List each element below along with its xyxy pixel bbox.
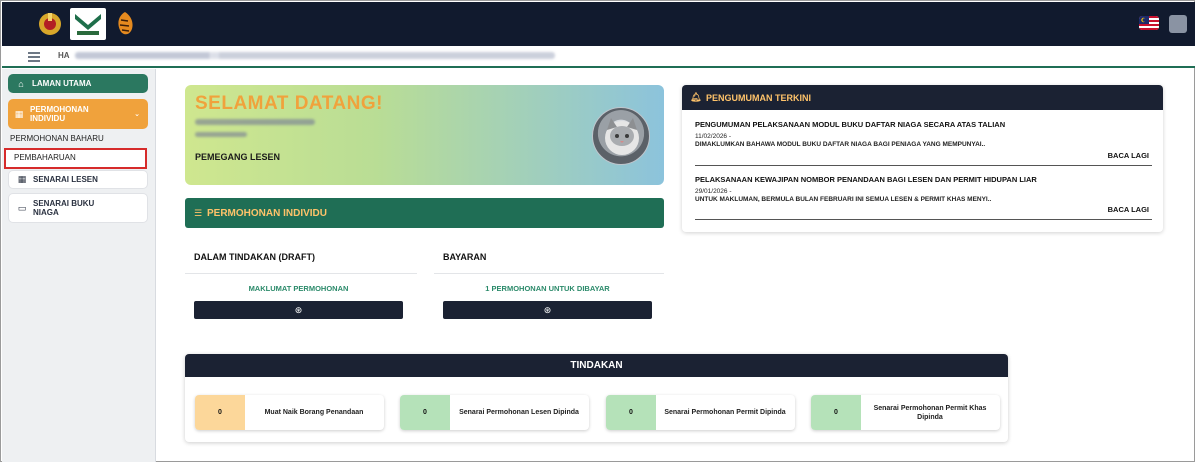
grid-icon: ▦ [17, 174, 27, 184]
tindakan-label: Muat Naik Borang Penandaan [264, 409, 364, 416]
read-more-link[interactable]: BACA LAGI [1108, 151, 1149, 160]
user-role: PEMEGANG LESEN [195, 152, 281, 162]
language-flag-icon[interactable] [1139, 16, 1159, 30]
panel-title: PENGUMUMAN TERKINI [706, 92, 811, 103]
announcement-title: PENGUMUMAN PELAKSANAAN MODUL BUKU DAFTAR… [695, 120, 1006, 129]
hamburger-menu-icon[interactable] [28, 52, 40, 62]
draft-go-button[interactable]: ⊛ [194, 301, 403, 319]
sidebar-subitem-pembaharuan[interactable]: PEMBAHARUAN [14, 153, 76, 162]
announcement-item[interactable]: PENGUMUMAN PELAKSANAAN MODUL BUKU DAFTAR… [695, 120, 1152, 166]
tiger-logo [112, 8, 138, 40]
top-navbar [2, 2, 1195, 46]
announcement-item[interactable]: PELAKSANAAN KEWAJIPAN NOMBOR PENANDAAN B… [695, 175, 1152, 220]
sidebar-item-senarai-lesen[interactable]: ▦ SENARAI LESEN [8, 170, 148, 189]
announcement-date: 29/01/2026 - [695, 188, 732, 195]
redacted-user-name [195, 119, 315, 125]
tindakan-label: Senarai Permohonan Permit Khas Dipinda [873, 404, 987, 421]
read-more-link[interactable]: BACA LAGI [1108, 205, 1149, 214]
arrow-circle-right-icon: ⊛ [543, 304, 552, 315]
tindakan-card[interactable]: 0 Senarai Permohonan Permit Dipinda [606, 395, 795, 430]
tindakan-card[interactable]: 0 Senarai Permohonan Permit Khas Dipinda [811, 395, 1000, 430]
announcement-body: UNTUK MAKLUMAN, BERMULA BULAN FEBRUARI I… [695, 196, 992, 203]
sidebar-item-label: PERMOHONAN INDIVIDU [30, 105, 89, 123]
divider [434, 273, 664, 274]
sidebar-subitem-permohonan-baharu[interactable]: PERMOHONAN BAHARU [10, 134, 104, 143]
announcement-date: 11/02/2026 - [695, 133, 732, 140]
tindakan-header: TINDAKAN [185, 354, 1008, 377]
section-title: PERMOHONAN INDIVIDU [207, 207, 328, 219]
announcement-body: DIMAKLUMKAN BAHAWA MODUL BUKU DAFTAR NIA… [695, 141, 986, 148]
bell-icon: 🔔︎ [690, 92, 702, 102]
maklumat-permohonan-link[interactable]: MAKLUMAT PERMOHONAN [194, 284, 403, 293]
sidebar-item-permohonan-individu[interactable]: ▦ PERMOHONAN INDIVIDU ⌄ [8, 99, 148, 129]
draft-title: DALAM TINDAKAN (DRAFT) [194, 252, 315, 262]
tindakan-count: 0 [811, 395, 861, 430]
tindakan-label: Senarai Permohonan Permit Dipinda [664, 409, 786, 416]
home-icon: ⌂ [18, 78, 24, 89]
divider [185, 273, 417, 274]
sidebar-label-line2: NIAGA [33, 208, 59, 217]
sidebar-label-line1: SENARAI BUKU [33, 199, 95, 208]
arrow-circle-right-icon: ⊛ [294, 304, 303, 315]
chevron-down-icon: ⌄ [134, 111, 140, 118]
greeting-prefix: HA [58, 51, 70, 60]
sidebar-item-label: LAMAN UTAMA [32, 79, 92, 88]
divider [695, 165, 1152, 166]
sidebar-label-line1: PERMOHONAN [30, 105, 89, 114]
sidebar-item-label: SENARAI BUKU NIAGA [33, 199, 94, 217]
permohonan-individu-header: ☰ PERMOHONAN INDIVIDU [185, 198, 664, 228]
tindakan-count: 0 [400, 395, 450, 430]
crest-logo [34, 8, 66, 40]
greeting-bar: HA [2, 46, 1195, 68]
profile-photo [592, 107, 650, 165]
app-window: HA ⌂ LAMAN UTAMA ▦ PERMOHONAN INDIVIDU ⌄… [0, 0, 1195, 462]
sidebar-label-line2: INDIVIDU [30, 114, 66, 123]
welcome-card: SELAMAT DATANG! PEMEGANG LESEN [185, 85, 664, 185]
permohonan-dibayar-link[interactable]: 1 PERMOHONAN UNTUK DIBAYAR [443, 284, 652, 293]
sidebar: ⌂ LAMAN UTAMA ▦ PERMOHONAN INDIVIDU ⌄ PE… [2, 69, 156, 462]
sidebar-item-laman-utama[interactable]: ⌂ LAMAN UTAMA [8, 74, 148, 93]
redacted-greeting-text [75, 52, 555, 59]
tindakan-card[interactable]: 0 Senarai Permohonan Lesen Dipinda [400, 395, 589, 430]
tindakan-card[interactable]: 0 Muat Naik Borang Penandaan [195, 395, 384, 430]
announcements-header: 🔔︎ PENGUMUMAN TERKINI [682, 85, 1163, 110]
bayaran-title: BAYARAN [443, 252, 487, 262]
divider [695, 219, 1152, 220]
grid-icon: ▦ [14, 108, 24, 119]
bayaran-go-button[interactable]: ⊛ [443, 301, 652, 319]
tindakan-panel: TINDAKAN 0 Muat Naik Borang Penandaan 0 … [185, 354, 1008, 442]
announcements-panel: 🔔︎ PENGUMUMAN TERKINI PENGUMUMAN PELAKSA… [682, 85, 1163, 232]
announcement-title: PELAKSANAAN KEWAJIPAN NOMBOR PENANDAAN B… [695, 175, 1037, 184]
user-avatar-icon[interactable] [1169, 15, 1187, 33]
book-icon: ▭ [17, 202, 27, 213]
welcome-title: SELAMAT DATANG! [195, 93, 383, 114]
tindakan-label: Senarai Permohonan Lesen Dipinda [459, 409, 579, 416]
agency-logo [70, 8, 106, 40]
sidebar-item-senarai-buku-niaga[interactable]: ▭ SENARAI BUKU NIAGA [8, 193, 148, 223]
redacted-user-id [195, 132, 247, 137]
list-icon: ☰ [193, 207, 203, 218]
sidebar-item-label: SENARAI LESEN [33, 175, 98, 184]
tindakan-count: 0 [606, 395, 656, 430]
tindakan-count: 0 [195, 395, 245, 430]
